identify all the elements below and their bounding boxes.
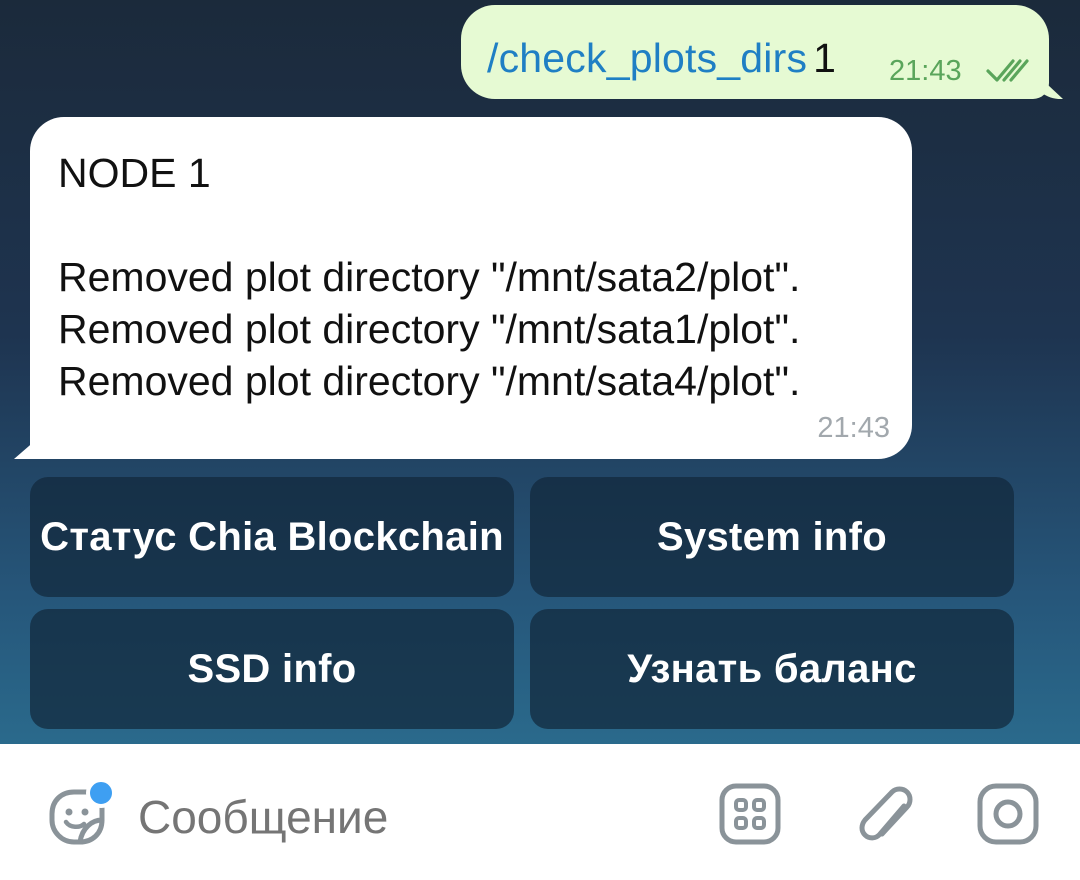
message-time: 21:43 — [817, 412, 890, 444]
double-check-icon — [986, 59, 1029, 82]
message-text: NODE 1 Removed plot directory "/mnt/sata… — [58, 150, 801, 404]
message-time: 21:43 — [889, 55, 962, 87]
bubble-tail — [14, 433, 44, 459]
command-argument: 1 — [813, 35, 837, 81]
bot-commands-icon[interactable] — [718, 782, 782, 846]
attach-icon[interactable] — [852, 778, 916, 848]
keyboard-button-chia-status[interactable]: Статус Chia Blockchain — [30, 477, 514, 597]
keyboard-button-balance[interactable]: Узнать баланс — [530, 609, 1014, 729]
chat-area: /check_plots_dirs 1 21:43 NODE 1 Removed … — [0, 0, 1080, 744]
keyboard-button-ssd-info[interactable]: SSD info — [30, 609, 514, 729]
notification-dot — [86, 778, 116, 808]
camera-icon[interactable] — [976, 782, 1040, 846]
message-input[interactable] — [138, 790, 678, 844]
incoming-message[interactable]: NODE 1 Removed plot directory "/mnt/sata… — [14, 117, 912, 459]
message-text: /check_plots_dirs 1 — [487, 35, 836, 82]
bubble-tail — [1033, 71, 1063, 99]
bot-command-link[interactable]: /check_plots_dirs — [487, 35, 807, 81]
outgoing-message[interactable]: /check_plots_dirs 1 21:43 — [461, 5, 1063, 99]
keyboard-button-system-info[interactable]: System info — [530, 477, 1014, 597]
